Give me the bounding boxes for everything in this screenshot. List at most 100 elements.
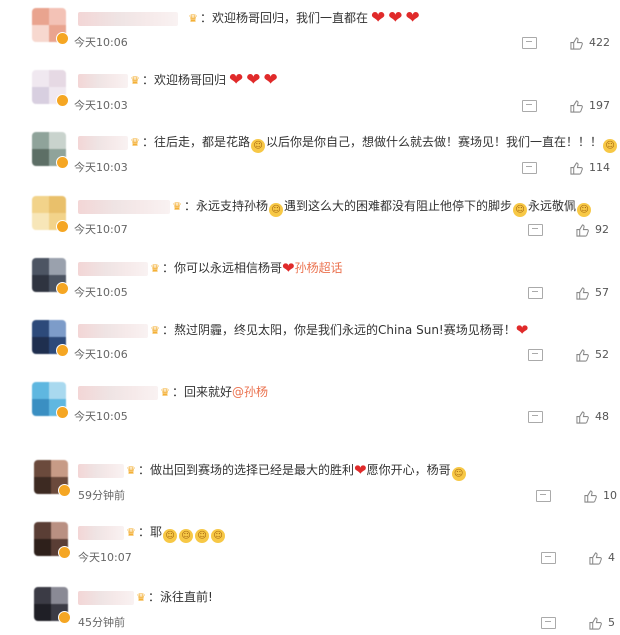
- comment-text: ：永远支持孙杨 ☺ 遇到这么大的困难都没有阻止他停下的脚步 ☺ 永远敬佩 ☺: [184, 197, 592, 217]
- comment-icon[interactable]: [528, 349, 543, 361]
- comment-time: 今天10:05: [74, 410, 128, 423]
- thumbs-up-icon[interactable]: [576, 409, 589, 424]
- crown-icon: [124, 527, 138, 539]
- face-emoji-icon: ☺: [577, 203, 592, 217]
- thumbs-up-icon[interactable]: [589, 615, 602, 630]
- verified-badge-icon: [58, 484, 71, 497]
- crown-icon: [148, 325, 162, 337]
- heart-emoji-icon: ❤: [354, 461, 367, 479]
- username-blurred[interactable]: [78, 591, 134, 605]
- comment-text-segment: 永远敬佩: [528, 199, 577, 213]
- crown-icon: [158, 387, 172, 399]
- username-blurred[interactable]: [78, 136, 128, 150]
- username-blurred[interactable]: [78, 324, 148, 338]
- thumbs-up-icon[interactable]: [589, 550, 602, 565]
- heart-emoji-icon: ❤: [246, 70, 261, 90]
- comment-text-segment: ：你可以永远相信杨哥: [162, 261, 283, 275]
- comment-text: ：回来就好@孙杨: [172, 383, 268, 401]
- heart-emoji-icon: ❤: [229, 70, 244, 90]
- crown-icon: [128, 75, 142, 87]
- comment-text: ：你可以永远相信杨哥❤孙杨超话: [162, 259, 343, 277]
- like-count: 4: [608, 551, 615, 564]
- like-count: 114: [589, 161, 610, 174]
- comment-icon[interactable]: [541, 552, 556, 564]
- comment-text-segment: 以后你是你自己，想做什么就去做！赛场见！我们一直在！！！: [266, 135, 603, 149]
- comment-text: ：做出回到赛场的选择已经是最大的胜利❤愿你开心，杨哥 ☺: [138, 461, 467, 481]
- comment-time: 今天10:03: [74, 161, 128, 174]
- like-count: 10: [603, 489, 617, 502]
- face-emoji-icon: ☺: [513, 203, 528, 217]
- thumbs-up-icon[interactable]: [576, 222, 589, 237]
- comment-icon[interactable]: [528, 411, 543, 423]
- thumbs-up-icon[interactable]: [570, 160, 583, 175]
- comment-text-segment: ：欢迎杨哥回归: [142, 73, 227, 87]
- crown-icon: [134, 592, 148, 604]
- comment-icon[interactable]: [536, 490, 551, 502]
- comment-text-segment: ：泳往直前!: [148, 590, 213, 604]
- comment-text: ：熬过阴霾，终见太阳，你是我们永远的China Sun!赛场见杨哥！❤: [162, 321, 528, 339]
- verified-badge-icon: [56, 156, 69, 169]
- username-blurred[interactable]: [78, 386, 158, 400]
- verified-badge-icon: [56, 344, 69, 357]
- comment-text-segment: ：做出回到赛场的选择已经是最大的胜利: [138, 463, 355, 477]
- comment-text: ：泳往直前!: [148, 588, 213, 606]
- face-emoji-icon: ☺: [211, 529, 226, 543]
- heart-emoji-icon: ❤: [515, 321, 529, 339]
- username-blurred[interactable]: [78, 200, 170, 214]
- comment-icon[interactable]: [541, 617, 556, 629]
- comment-icon[interactable]: [528, 287, 543, 299]
- crown-icon: [128, 137, 142, 149]
- heart-emoji-icon: ❤: [282, 259, 295, 277]
- like-count: 48: [595, 410, 609, 423]
- comment-time: 59分钟前: [78, 489, 125, 502]
- comment-icon[interactable]: [528, 224, 543, 236]
- comment-time: 今天10:03: [74, 99, 128, 112]
- comment-text: ：耶 ☺ ☺ ☺ ☺: [138, 523, 226, 543]
- comment-icon[interactable]: [522, 100, 537, 112]
- comment-text-segment: 愿你开心，杨哥: [366, 463, 451, 477]
- comment-text-segment: ：往后走，都是花路: [142, 135, 251, 149]
- like-count: 57: [595, 286, 609, 299]
- verified-badge-icon: [58, 546, 71, 559]
- face-emoji-icon: ☺: [179, 529, 194, 543]
- username-blurred[interactable]: [78, 262, 148, 276]
- verified-badge-icon: [56, 220, 69, 233]
- comment-time: 45分钟前: [78, 616, 125, 629]
- heart-emoji-icon: ❤: [263, 70, 278, 90]
- mention-link[interactable]: @孙杨: [232, 385, 268, 399]
- thumbs-up-icon[interactable]: [570, 98, 583, 113]
- comment-text-segment: ：耶: [138, 525, 163, 539]
- comment-icon[interactable]: [522, 162, 537, 174]
- face-emoji-icon: ☺: [163, 529, 178, 543]
- crown-icon: [148, 263, 162, 275]
- like-count: 197: [589, 99, 610, 112]
- comment-text-segment: ：回来就好: [172, 385, 233, 399]
- comment-text-segment: ：永远支持孙杨: [184, 199, 269, 213]
- comment-time: 今天10:06: [74, 348, 128, 361]
- comment-item: ：泳往直前! 45分钟前 5: [0, 0, 620, 630]
- face-emoji-icon: ☺: [195, 529, 210, 543]
- comment-text-segment: 遇到这么大的困难都没有阻止他停下的脚步: [284, 199, 513, 213]
- comment-time: 今天10:05: [74, 286, 128, 299]
- comment-time: 今天10:07: [74, 223, 128, 236]
- mention-link[interactable]: 孙杨超话: [295, 261, 343, 275]
- like-count: 52: [595, 348, 609, 361]
- like-count: 5: [608, 616, 615, 629]
- comment-text: ：欢迎杨哥回归 ❤ ❤ ❤: [142, 71, 278, 89]
- face-emoji-icon: ☺: [251, 139, 266, 153]
- verified-badge-icon: [56, 406, 69, 419]
- comment-time: 今天10:07: [78, 551, 132, 564]
- username-blurred[interactable]: [78, 464, 124, 478]
- thumbs-up-icon[interactable]: [576, 347, 589, 362]
- username-blurred[interactable]: [78, 526, 124, 540]
- comment-text: ：往后走，都是花路 ☺ 以后你是你自己，想做什么就去做！赛场见！我们一直在！！！ ☺: [142, 133, 618, 153]
- face-emoji-icon: ☺: [451, 467, 466, 481]
- verified-badge-icon: [58, 611, 71, 624]
- thumbs-up-icon[interactable]: [576, 285, 589, 300]
- crown-icon: [170, 201, 184, 213]
- thumbs-up-icon[interactable]: [584, 488, 597, 503]
- face-emoji-icon: ☺: [603, 139, 618, 153]
- face-emoji-icon: ☺: [269, 203, 284, 217]
- comment-text-segment: ：熬过阴霾，终见太阳，你是我们永远的China Sun!赛场见杨哥！: [162, 323, 516, 337]
- username-blurred[interactable]: [78, 74, 128, 88]
